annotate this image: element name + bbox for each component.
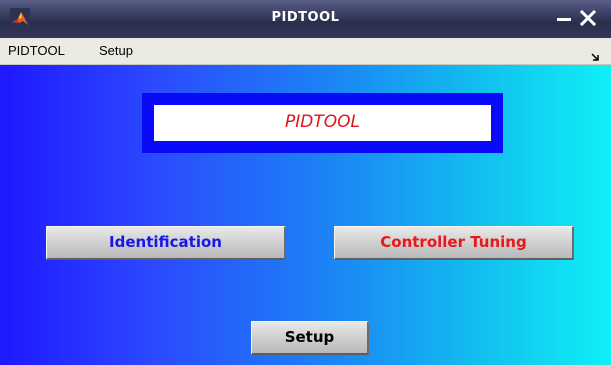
- menu-setup[interactable]: Setup: [99, 43, 133, 58]
- title-frame: PIDTOOL: [142, 93, 503, 153]
- identification-button[interactable]: Identification: [46, 226, 286, 260]
- menu-pidtool[interactable]: PIDTOOL: [8, 43, 65, 58]
- minimize-icon: [557, 18, 571, 21]
- menu-bar: PIDTOOL Setup: [0, 38, 611, 65]
- title-box: PIDTOOL: [154, 105, 491, 141]
- close-button[interactable]: [577, 6, 599, 30]
- pidtool-window: PIDTOOL PIDTOOL Setup PIDTOOL Identifica…: [0, 0, 611, 365]
- close-icon: [579, 9, 597, 27]
- minimize-button[interactable]: [553, 6, 575, 30]
- title-bar[interactable]: PIDTOOL: [0, 0, 611, 38]
- controller-tuning-button[interactable]: Controller Tuning: [334, 226, 574, 260]
- app-title-label: PIDTOOL: [285, 112, 360, 132]
- window-title: PIDTOOL: [271, 10, 340, 25]
- main-panel: PIDTOOL Identification Controller Tuning…: [0, 65, 611, 365]
- setup-button[interactable]: Setup: [251, 321, 369, 355]
- dock-arrow-icon[interactable]: [591, 47, 601, 61]
